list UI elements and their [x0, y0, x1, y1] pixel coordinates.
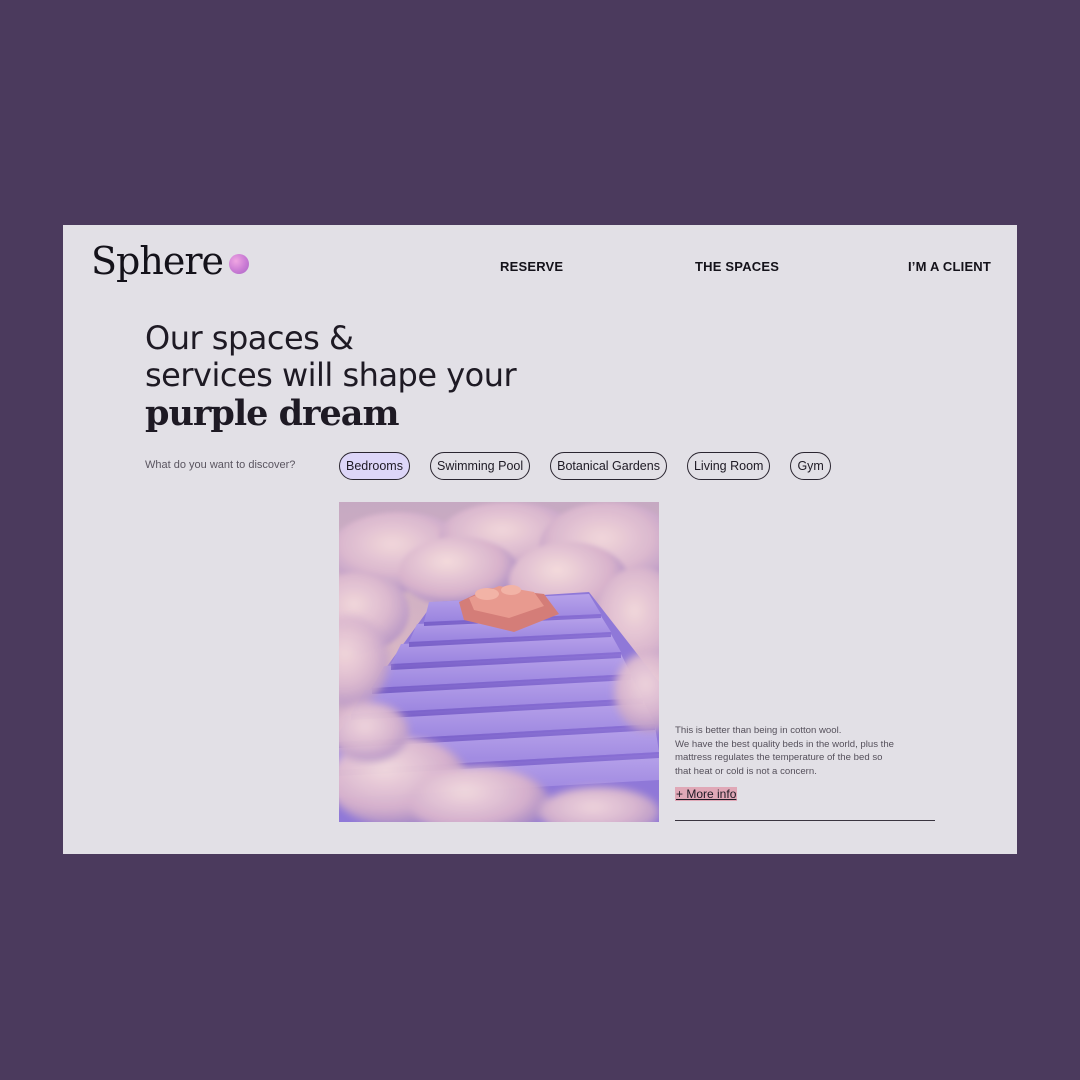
brand-name: Sphere: [91, 239, 224, 283]
hero-line-3: purple dream: [145, 393, 399, 434]
discover-label: What do you want to discover?: [145, 459, 296, 471]
hero-line-1: Our spaces &: [145, 319, 354, 357]
feature-description: This is better than being in cotton wool…: [675, 724, 935, 778]
bedroom-feature-image: [339, 502, 659, 822]
chip-bedrooms[interactable]: Bedrooms: [339, 452, 410, 480]
hero-heading: Our spaces & services will shape your pu…: [145, 319, 517, 434]
brand-logo[interactable]: Sphere: [91, 239, 249, 283]
description-line: mattress regulates the temperature of th…: [675, 752, 883, 763]
category-chips: Bedrooms Swimming Pool Botanical Gardens…: [339, 452, 851, 480]
hero-line-2: services will shape your: [145, 356, 517, 394]
description-line: that heat or cold is not a concern.: [675, 765, 817, 777]
nav-the-spaces[interactable]: THE SPACES: [695, 259, 779, 274]
chip-swimming-pool[interactable]: Swimming Pool: [429, 452, 531, 480]
nav-im-a-client[interactable]: I’M A CLIENT: [908, 259, 991, 274]
chip-living-room[interactable]: Living Room: [686, 452, 771, 480]
bed-on-clouds-illustration: [339, 502, 659, 822]
description-line: We have the best quality beds in the wor…: [675, 738, 895, 750]
landing-page-card: Sphere RESERVE THE SPACES I’M A CLIENT O…: [63, 225, 1017, 854]
brand-dot-icon: [228, 254, 249, 274]
nav-reserve[interactable]: RESERVE: [500, 259, 563, 274]
more-info-link[interactable]: + More info: [675, 787, 738, 801]
chip-gym[interactable]: Gym: [790, 452, 831, 480]
chip-botanical-gardens[interactable]: Botanical Gardens: [550, 452, 667, 480]
divider: [675, 820, 935, 821]
description-line: This is better than being in cotton wool…: [675, 725, 842, 736]
